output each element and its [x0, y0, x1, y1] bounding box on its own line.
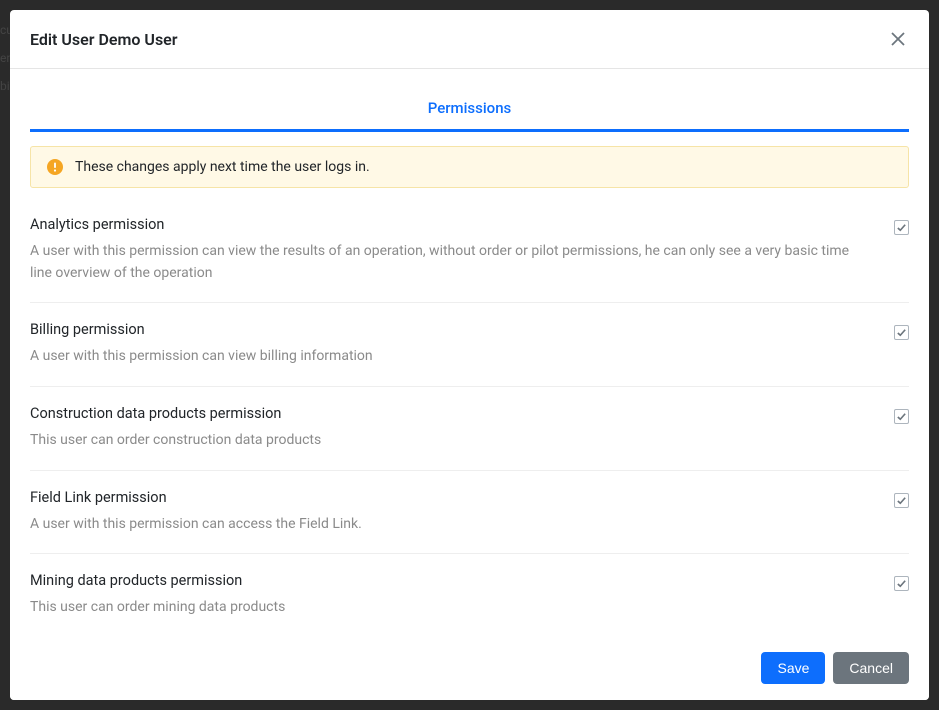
modal-header: Edit User Demo User [10, 10, 929, 69]
notice-text: These changes apply next time the user l… [75, 159, 370, 175]
permission-title: Billing permission [30, 321, 874, 338]
check-icon [896, 327, 907, 338]
permission-row: Billing permission A user with this perm… [30, 303, 909, 387]
permission-desc: A user with this permission can access t… [30, 514, 874, 536]
check-icon [896, 222, 907, 233]
permission-title: Analytics permission [30, 216, 874, 233]
close-button[interactable] [887, 28, 909, 50]
modal-title: Edit User Demo User [30, 30, 178, 49]
permission-checkbox[interactable] [894, 493, 909, 508]
permission-content: Analytics permission A user with this pe… [30, 216, 874, 284]
permission-checkbox[interactable] [894, 325, 909, 340]
permission-row: Mining data products permission This use… [30, 554, 909, 636]
permission-content: Construction data products permission Th… [30, 405, 874, 452]
cancel-button[interactable]: Cancel [833, 652, 909, 684]
permission-list: Analytics permission A user with this pe… [30, 216, 909, 636]
save-button[interactable]: Save [761, 652, 825, 684]
permission-content: Field Link permission A user with this p… [30, 489, 874, 536]
permission-desc: A user with this permission can view bil… [30, 346, 874, 368]
permission-checkbox[interactable] [894, 576, 909, 591]
warning-icon [47, 159, 63, 175]
notice-banner: These changes apply next time the user l… [30, 146, 909, 188]
tabs: Permissions [30, 87, 909, 132]
check-icon [896, 495, 907, 506]
permission-checkbox[interactable] [894, 409, 909, 424]
permission-desc: This user can order construction data pr… [30, 430, 874, 452]
permission-title: Field Link permission [30, 489, 874, 506]
close-icon [891, 32, 905, 46]
permission-checkbox[interactable] [894, 220, 909, 235]
permission-row: Analytics permission A user with this pe… [30, 216, 909, 303]
modal-body: Permissions These changes apply next tim… [10, 69, 929, 636]
check-icon [896, 411, 907, 422]
edit-user-modal: Edit User Demo User Permissions These ch… [10, 10, 929, 700]
check-icon [896, 578, 907, 589]
permission-desc: This user can order mining data products [30, 597, 874, 619]
permission-title: Mining data products permission [30, 572, 874, 589]
permission-row: Field Link permission A user with this p… [30, 471, 909, 555]
tab-permissions[interactable]: Permissions [30, 87, 909, 132]
permission-content: Billing permission A user with this perm… [30, 321, 874, 368]
permission-row: Construction data products permission Th… [30, 387, 909, 471]
modal-footer: Save Cancel [10, 636, 929, 700]
permission-desc: A user with this permission can view the… [30, 241, 874, 284]
permission-content: Mining data products permission This use… [30, 572, 874, 619]
permission-title: Construction data products permission [30, 405, 874, 422]
